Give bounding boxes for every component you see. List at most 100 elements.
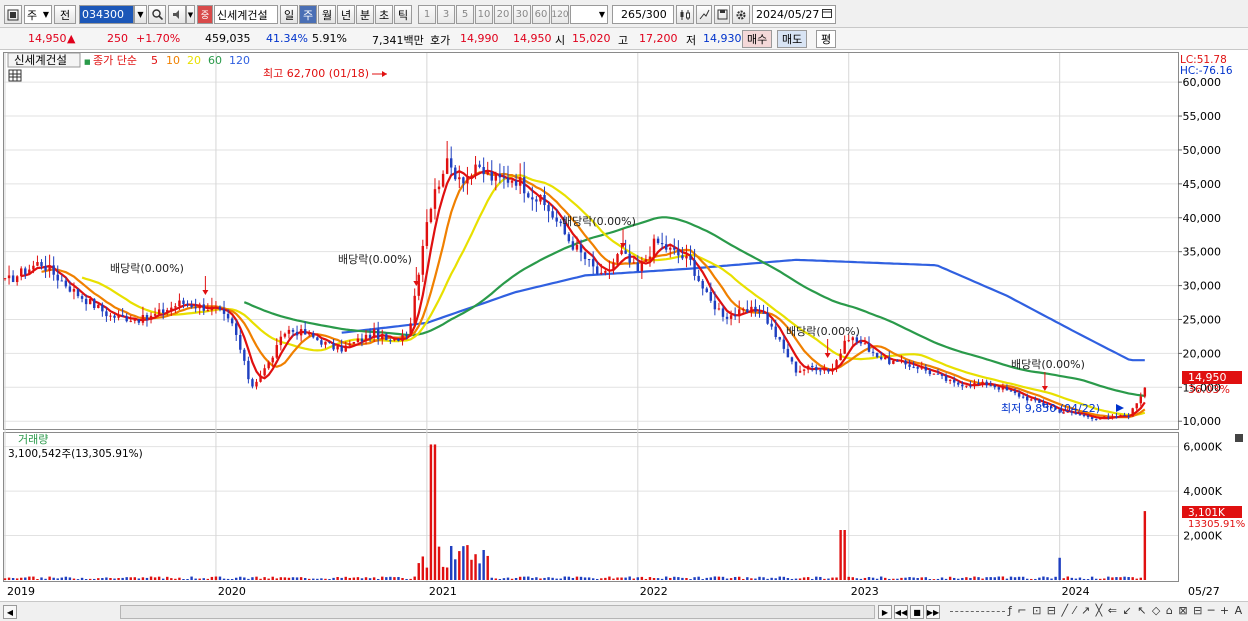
volume-bar (952, 577, 956, 580)
candle-body (1119, 415, 1122, 418)
interval-button[interactable]: 60 (532, 5, 550, 24)
bar-count-field[interactable]: 265 /300 (612, 5, 674, 24)
candle-body (612, 262, 615, 270)
table-icon[interactable] (8, 69, 22, 82)
candle-body (1025, 396, 1029, 401)
zoom-slider[interactable] (950, 611, 1005, 613)
candle-body (717, 308, 721, 310)
bar-count-value: 265 (621, 8, 642, 21)
period-tab[interactable]: 년 (337, 5, 355, 24)
date-field[interactable]: 2024/05/27 (752, 5, 836, 24)
gear-icon[interactable] (732, 5, 750, 24)
volume-bar (206, 578, 210, 580)
candle-body (470, 175, 473, 177)
period-tab[interactable]: 월 (318, 5, 336, 24)
interval-button[interactable]: 1 (418, 5, 436, 24)
period-tab[interactable]: 분 (356, 5, 374, 24)
legend-ma-period: 5 (151, 54, 158, 67)
speaker-chevron-icon[interactable]: ▼ (186, 5, 195, 24)
volume-bar (1111, 577, 1114, 580)
scroll-left-icon[interactable]: ◀ (3, 605, 17, 619)
scroll-right-icon[interactable]: ▶ (878, 605, 892, 619)
save-icon[interactable] (714, 5, 730, 24)
interval-select[interactable]: ▼ (570, 5, 608, 24)
volume-bar (1094, 578, 1098, 580)
candle-body (774, 326, 777, 338)
interval-button[interactable]: 3 (437, 5, 455, 24)
period-tab[interactable]: 주 (299, 5, 317, 24)
volume-bar (924, 577, 928, 580)
stock-code-input[interactable]: 034300 (79, 5, 134, 24)
candle-body (1082, 415, 1086, 417)
volume-bar (961, 577, 964, 580)
volume-bar (239, 576, 242, 580)
mode-dropdown[interactable]: 주 ▼ (24, 5, 52, 24)
volume-bar (600, 578, 603, 580)
volume-bar (786, 578, 790, 580)
scroll-thumb[interactable] (120, 605, 875, 619)
volume-bar (819, 576, 822, 580)
close-panel-icon[interactable] (1235, 434, 1243, 442)
period-tab[interactable]: 초 (375, 5, 393, 24)
candle-body (376, 329, 380, 339)
candle-body (527, 193, 530, 198)
price-chart[interactable]: 60,000 55,000 50,000 45,000 40,000 35,000 30,0… (0, 50, 1248, 602)
candle-body (729, 315, 733, 319)
buy-button[interactable]: 매수 (742, 30, 773, 48)
code-dropdown-chevron-icon[interactable]: ▼ (134, 5, 147, 24)
candle-body (441, 173, 445, 187)
interval-button[interactable]: 30 (513, 5, 531, 24)
candle-body (243, 349, 246, 361)
candle-body (137, 319, 141, 323)
stop-icon[interactable]: ■ (910, 605, 924, 619)
candle-body (620, 250, 623, 255)
candle-body (782, 339, 786, 349)
volume-bar (604, 577, 607, 580)
volume-info: 3,100,542주(13,305.91%) (8, 448, 143, 460)
candle-body (596, 266, 599, 274)
fast-forward-icon[interactable]: ▶▶ (926, 605, 940, 619)
price-tick-label: 40,000 (1183, 212, 1222, 225)
candle-body (786, 348, 790, 358)
volume-bar (636, 577, 640, 580)
candle-body (84, 298, 88, 305)
candle-type-icon[interactable] (676, 5, 694, 24)
candle-body (161, 309, 165, 314)
volume-bar (944, 578, 948, 580)
volume-bar (36, 579, 39, 580)
volume-bar (518, 576, 522, 580)
candle-body (754, 306, 757, 312)
prev-button[interactable]: 전 (54, 5, 76, 24)
candle-body (928, 370, 932, 375)
zoom-toggle-icon[interactable] (696, 5, 712, 24)
period-tab[interactable]: 틱 (394, 5, 412, 24)
rewind-icon[interactable]: ◀◀ (894, 605, 908, 619)
interval-button[interactable]: 10 (475, 5, 493, 24)
interval-button[interactable]: 20 (494, 5, 512, 24)
interval-button[interactable]: 5 (456, 5, 474, 24)
candle-body (1107, 416, 1110, 418)
stock-name-field[interactable]: 신세계건설 (214, 5, 278, 24)
volume-bar (823, 578, 826, 580)
volume-bar (1021, 576, 1025, 580)
candle-body (766, 313, 769, 324)
eval-button[interactable]: 평 (816, 30, 837, 48)
candle-body (157, 309, 161, 315)
candle-body (1013, 391, 1017, 394)
candle-body (15, 276, 19, 283)
search-icon[interactable] (148, 5, 166, 24)
sell-button[interactable]: 매도 (777, 30, 808, 48)
legend-ma-periods: 5 10 20 60 120 (151, 54, 250, 67)
candle-body (421, 245, 425, 275)
chart-window-icon[interactable] (4, 5, 22, 24)
period-tab[interactable]: 일 (280, 5, 298, 24)
draw-tools-icons[interactable]: ƒ ⌐ ⊡ ⊟ ╱ ⁄ ↗ ╳ ⇐ ↙ ↖ ◇ ⌂ ⊠ ⊟ ─ + A (1008, 604, 1243, 617)
volume-bar (109, 578, 112, 580)
interval-button[interactable]: 120 (551, 5, 569, 24)
volume-bar (656, 578, 660, 580)
chart-scrollbar[interactable]: ◀ ▶ ◀◀ ■ ▶▶ ƒ ⌐ ⊡ ⊟ ╱ ⁄ ↗ ╳ ⇐ ↙ ↖ ◇ ⌂ ⊠ … (0, 601, 1248, 621)
candle-body (737, 309, 741, 317)
candle-body (656, 238, 660, 244)
calendar-icon[interactable] (822, 8, 832, 21)
speaker-icon[interactable] (168, 5, 186, 24)
